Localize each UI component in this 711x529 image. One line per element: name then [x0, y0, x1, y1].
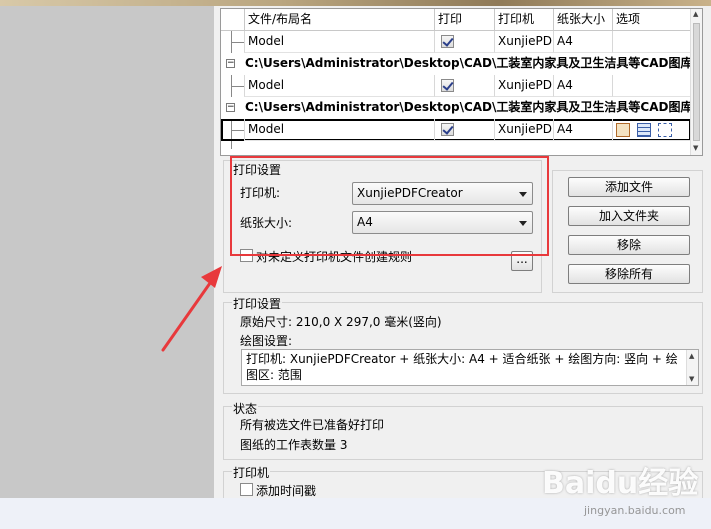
table-scrollbar[interactable]: ▲ ▼ — [690, 9, 702, 155]
plot-settings-textbox[interactable]: 打印机: XunjiePDFCreator + 纸张大小: A4 + 适合纸张 … — [241, 349, 699, 386]
print-checkbox[interactable] — [441, 123, 454, 136]
scroll-up-icon[interactable]: ▲ — [693, 10, 698, 18]
column-header-printer[interactable]: 打印机 — [494, 9, 553, 31]
folder-path: C:\Users\Administrator\Desktop\CAD\工装室内家… — [245, 56, 691, 70]
left-pane — [0, 6, 214, 498]
printer-select[interactable]: XunjiePDFCreator — [352, 182, 533, 205]
chevron-down-icon — [519, 192, 527, 197]
table-header: 文件/布局名 打印 打印机 纸张大小 选项 — [221, 9, 691, 31]
column-header-print[interactable]: 打印 — [434, 9, 494, 31]
table-row-selected[interactable]: Model XunjiePDF A4 — [221, 119, 691, 141]
timestamp-checkbox-label: 添加时间戳 — [256, 484, 317, 498]
file-list-table: 文件/布局名 打印 打印机 纸张大小 选项 Model XunjiePDF A4… — [220, 8, 703, 156]
status-line-1: 所有被选文件已准备好打印 — [240, 418, 385, 432]
table-group-row[interactable]: − C:\Users\Administrator\Desktop\CAD\工装室… — [221, 97, 691, 119]
print-checkbox[interactable] — [441, 79, 454, 92]
folder-path: C:\Users\Administrator\Desktop\CAD\工装室内家… — [245, 100, 691, 114]
table-row[interactable]: Model XunjiePDF A4 — [221, 31, 691, 53]
printer-select-value: XunjiePDFCreator — [357, 186, 463, 200]
file-name: Model — [244, 119, 434, 141]
add-file-button[interactable]: 添加文件 — [568, 177, 690, 197]
printer-cell: XunjiePDF — [494, 75, 553, 97]
options-cell — [612, 31, 691, 53]
printer-label: 打印机: — [240, 186, 281, 200]
plot-info-title: 打印设置 — [232, 295, 283, 312]
paper-size-select-value: A4 — [357, 215, 373, 229]
scroll-down-icon[interactable]: ▼ — [689, 375, 694, 383]
print-checkbox[interactable] — [441, 35, 454, 48]
printer-settings-icon[interactable] — [616, 123, 630, 137]
printer-section-title: 打印机 — [232, 464, 271, 481]
rule-checkbox-label: 对未定义打印机文件创建规则 — [256, 250, 413, 264]
file-name: Model — [244, 75, 434, 97]
scroll-down-icon[interactable]: ▼ — [693, 144, 698, 152]
remove-button[interactable]: 移除 — [568, 235, 690, 255]
batch-plot-panel: 文件/布局名 打印 打印机 纸张大小 选项 Model XunjiePDF A4… — [214, 6, 711, 501]
scroll-thumb[interactable] — [693, 23, 700, 141]
options-cell — [612, 119, 691, 141]
plot-settings-label: 绘图设置: — [240, 334, 293, 348]
status-line-2: 图纸的工作表数量 3 — [240, 438, 348, 452]
rule-checkbox[interactable] — [240, 249, 253, 262]
paper-cell: A4 — [553, 119, 612, 141]
table-row[interactable]: Model XunjiePDF A4 — [221, 75, 691, 97]
plot-settings-text: 打印机: XunjiePDFCreator + 纸张大小: A4 + 适合纸张 … — [246, 352, 678, 382]
print-settings-title: 打印设置 — [232, 161, 283, 178]
printer-cell: XunjiePDF — [494, 31, 553, 53]
add-folder-button[interactable]: 加入文件夹 — [568, 206, 690, 226]
original-size-text: 原始尺寸: 210,0 X 297,0 毫米(竖向) — [240, 315, 442, 329]
collapse-icon[interactable]: − — [226, 59, 235, 68]
layers-icon[interactable] — [636, 123, 651, 137]
printer-cell: XunjiePDF — [494, 119, 553, 141]
status-title: 状态 — [232, 400, 259, 417]
file-name: Model — [244, 31, 434, 53]
remove-all-button[interactable]: 移除所有 — [568, 264, 690, 284]
scroll-up-icon[interactable]: ▲ — [689, 352, 694, 360]
print-checkbox-cell — [434, 119, 494, 141]
paper-cell: A4 — [553, 75, 612, 97]
paper-size-label: 纸张大小: — [240, 216, 293, 230]
print-checkbox-cell — [434, 75, 494, 97]
options-cell — [612, 75, 691, 97]
column-header-file[interactable]: 文件/布局名 — [244, 9, 434, 31]
page-setup-icon[interactable] — [657, 123, 672, 137]
paper-size-select[interactable]: A4 — [352, 211, 533, 234]
table-group-row[interactable]: − C:\Users\Administrator\Desktop\CAD\工装室… — [221, 53, 691, 75]
chevron-down-icon — [519, 221, 527, 226]
textbox-scrollbar[interactable]: ▲ ▼ — [686, 350, 698, 385]
column-header-options[interactable]: 选项 — [612, 9, 691, 31]
column-header-paper[interactable]: 纸张大小 — [553, 9, 612, 31]
paper-cell: A4 — [553, 31, 612, 53]
timestamp-checkbox[interactable] — [240, 483, 253, 496]
print-checkbox-cell — [434, 31, 494, 53]
browse-button[interactable]: ... — [511, 251, 533, 271]
bottom-background — [0, 498, 711, 529]
collapse-icon[interactable]: − — [226, 103, 235, 112]
